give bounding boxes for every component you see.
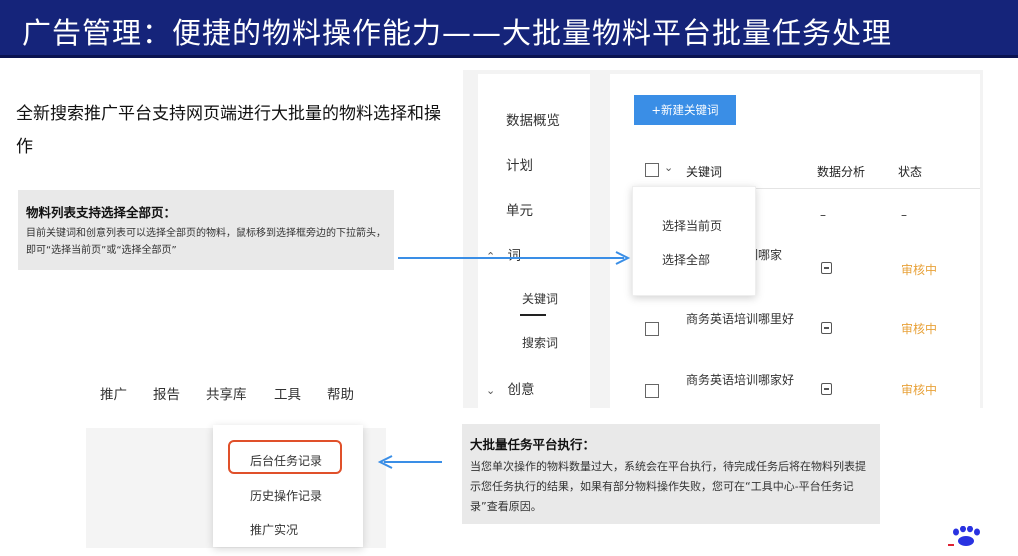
title-banner: 广告管理：便捷的物料操作能力——大批量物料平台批量任务处理 [0, 0, 1018, 58]
note-title: 大批量任务平台执行： [470, 437, 596, 452]
row-checkbox[interactable] [645, 384, 659, 398]
sidebar-item-label: 创意 [507, 382, 535, 398]
arrow-left-icon [377, 455, 442, 469]
menu-item-select-current-page[interactable]: 选择当前页 [662, 217, 722, 234]
report-icon[interactable] [821, 262, 832, 274]
intro-text: 全新搜索推广平台支持网页端进行大批量的物料选择和操作 [16, 104, 441, 157]
status-badge: 审核中 [901, 383, 938, 397]
column-header-keyword[interactable]: 关键词 [686, 163, 722, 180]
analysis-cell: – [820, 208, 826, 222]
note-batch-task-execution: 大批量任务平台执行： 当您单次操作的物料数量过大，系统会在平台执行，待完成任务后… [462, 424, 880, 524]
chevron-down-icon: ⌄ [486, 384, 496, 397]
sidebar-item-creative[interactable]: ⌄ 创意 [486, 378, 535, 398]
report-icon[interactable] [821, 322, 832, 334]
note-select-all-pages: 物料列表支持选择全部页： 目前关键词和创意列表可以选择全部页的物料，鼠标移到选择… [18, 190, 394, 270]
sidebar-item-plan[interactable]: 计划 [506, 154, 533, 174]
status-badge: 审核中 [901, 322, 938, 336]
sidebar-item-overview[interactable]: 数据概览 [506, 109, 560, 129]
note-body: 当您单次操作的物料数量过大，系统会在平台执行，待完成任务后将在物料列表提示您任务… [470, 460, 866, 513]
keyword-cell[interactable]: 商务英语培训哪家好 [686, 371, 796, 390]
active-indicator [520, 314, 546, 316]
sidebar-item-unit[interactable]: 单元 [506, 199, 533, 219]
sidebar-item-keywords[interactable]: 关键词 [522, 290, 558, 307]
column-header-status[interactable]: 状态 [898, 163, 922, 180]
page-title: 广告管理：便捷的物料操作能力——大批量物料平台批量任务处理 [22, 16, 893, 50]
status-badge: 审核中 [901, 263, 938, 277]
row-checkbox[interactable] [645, 322, 659, 336]
column-header-analysis[interactable]: 数据分析 [817, 163, 865, 180]
select-all-checkbox[interactable] [645, 163, 659, 177]
nav-item-report[interactable]: 报告 [153, 383, 180, 403]
arrow-right-icon [398, 251, 631, 265]
nav-item-tools[interactable]: 工具 [274, 383, 301, 403]
chevron-down-icon[interactable]: ⌄ [664, 161, 673, 174]
menu-item-select-all[interactable]: 选择全部 [662, 251, 710, 268]
report-icon[interactable] [821, 383, 832, 395]
nav-item-promotion[interactable]: 推广 [100, 383, 127, 403]
note-body: 目前关键词和创意列表可以选择全部页的物料，鼠标移到选择框旁边的下拉箭头，即可“选… [26, 228, 386, 256]
nav-item-shared-library[interactable]: 共享库 [206, 383, 247, 403]
select-scope-menu [632, 186, 756, 296]
sidebar-item-search-terms[interactable]: 搜索词 [522, 334, 558, 351]
status-cell: – [901, 208, 907, 222]
highlight-box [228, 440, 342, 474]
new-keyword-button[interactable]: +新建关键词 [634, 95, 736, 125]
menu-item-history-log[interactable]: 历史操作记录 [250, 487, 322, 504]
keyword-cell[interactable]: 商务英语培训哪里好 [686, 310, 796, 329]
menu-item-live-preview[interactable]: 推广实况 [250, 521, 298, 538]
paw-logo-icon [948, 526, 980, 546]
nav-item-help[interactable]: 帮助 [327, 383, 354, 403]
note-title: 物料列表支持选择全部页： [26, 205, 177, 220]
